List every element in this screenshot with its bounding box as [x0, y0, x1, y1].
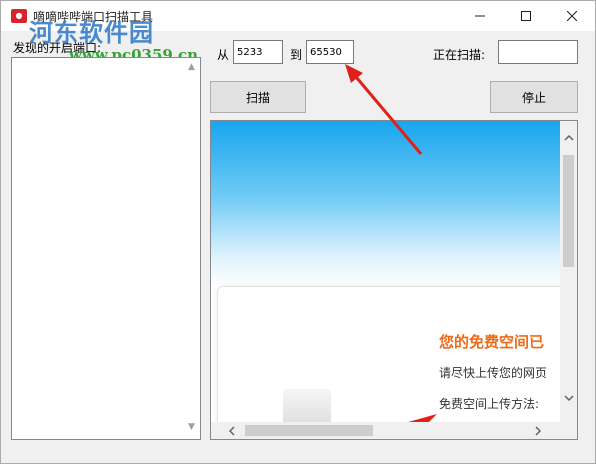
chevron-up-icon[interactable] — [560, 129, 577, 146]
close-icon — [567, 11, 577, 21]
chevron-down-icon[interactable] — [560, 389, 577, 406]
browser-line-1: 请尽快上传您的网页 — [439, 366, 548, 380]
chevron-left-icon[interactable] — [223, 422, 240, 439]
main-window: ● 嘀嘀哔哔端口扫描工具 发现的开启端口: 河东软件园 www.pc0359.c… — [0, 0, 596, 464]
watermark-logo: 河东软件园 — [29, 18, 154, 47]
scrollbar-corner — [560, 422, 577, 439]
horizontal-scroll-thumb[interactable] — [245, 425, 373, 436]
browser-headline: 您的免费空间已 — [439, 333, 545, 351]
scanning-port-field[interactable] — [498, 40, 578, 64]
close-button[interactable] — [549, 1, 595, 31]
maximize-button[interactable] — [503, 1, 549, 31]
vertical-scroll-thumb[interactable] — [563, 155, 574, 267]
browser-horizontal-scrollbar[interactable] — [211, 422, 561, 439]
chevron-down-icon[interactable]: ▼ — [185, 422, 198, 435]
browser-vertical-scrollbar[interactable] — [560, 121, 577, 423]
app-icon: ● — [11, 9, 27, 23]
scanning-label: 正在扫描: — [433, 48, 486, 62]
open-ports-list[interactable]: ▲ ▼ — [11, 57, 201, 440]
from-label: 从 — [217, 48, 230, 62]
web-browser-panel[interactable]: 您的免费空间已 请尽快上传您的网页 免费空间上传方法: — [210, 120, 578, 440]
browser-line-2: 免费空间上传方法: — [439, 397, 540, 411]
maximize-icon — [521, 11, 531, 21]
scan-button[interactable]: 扫描 — [210, 81, 306, 113]
end-port-input[interactable] — [306, 40, 354, 64]
minimize-button[interactable] — [457, 1, 503, 31]
browser-content: 您的免费空间已 请尽快上传您的网页 免费空间上传方法: — [211, 121, 561, 423]
stop-button[interactable]: 停止 — [490, 81, 578, 113]
chevron-right-icon[interactable] — [529, 422, 546, 439]
computer-icon — [283, 389, 331, 423]
minimize-icon — [475, 15, 485, 17]
start-port-input[interactable] — [233, 40, 283, 64]
chevron-up-icon[interactable]: ▲ — [185, 62, 198, 75]
to-label: 到 — [290, 48, 303, 62]
